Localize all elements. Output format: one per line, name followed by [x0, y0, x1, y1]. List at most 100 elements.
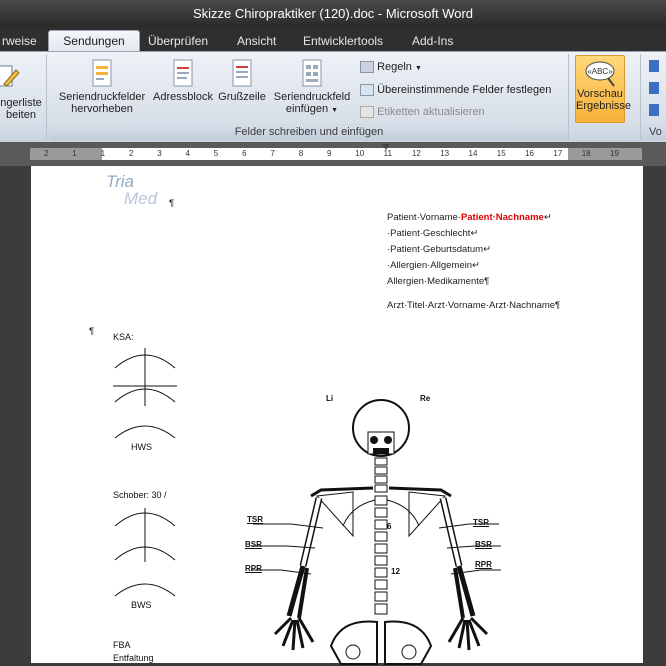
- ruler-tick-label: 13: [440, 149, 450, 158]
- match-fields-button[interactable]: Übereinstimmende Felder festlegen: [360, 83, 551, 97]
- address-line-1-prefix: Patient·Vorname·: [387, 212, 461, 223]
- rules-button[interactable]: Regeln ▼: [360, 60, 422, 76]
- insert-field-icon: [302, 59, 322, 87]
- preview-line1: Vorschau: [577, 88, 623, 100]
- address-line-4: ·Allergien·Allgemein↵: [387, 260, 480, 271]
- highlight-line2: hervorheben: [71, 103, 133, 115]
- ruler-tick-label: 6: [242, 149, 247, 158]
- rpr-right-label: RPR: [475, 560, 492, 569]
- patient-lastname-field: Patient·Nachname: [460, 212, 544, 223]
- insert-merge-field-button[interactable]: Seriendruckfeld einfügen ▼: [268, 58, 356, 117]
- address-block-button[interactable]: Adressblock: [150, 58, 216, 103]
- prev-record-icon[interactable]: [649, 82, 659, 94]
- horizontal-ruler[interactable]: 2 1 1 2 3 4 5 6 7 8 9 10 11 12 13 14 15 16 17 18 19: [0, 142, 666, 166]
- tab-ueberpruefen[interactable]: Überprüfen: [142, 31, 214, 51]
- magnifier-abc-icon: «ABC»: [585, 61, 615, 87]
- logo-med: Med: [124, 189, 158, 208]
- vertebra-6-label: 6: [387, 522, 392, 531]
- ruler-tick-label: 4: [185, 149, 190, 158]
- ruler-left-margin: [30, 148, 102, 160]
- ruler-tick-label: 15: [496, 149, 506, 158]
- skeleton-sketch: [251, 399, 501, 665]
- ruler-tick-label: 16: [525, 149, 534, 158]
- window-title: Skizze Chiropraktiker (120).doc - Micros…: [192, 6, 474, 21]
- hws-sketch: [113, 348, 177, 439]
- insert-field-line1: Seriendruckfeld: [273, 91, 351, 103]
- update-labels-label: Etiketten aktualisieren: [377, 106, 485, 118]
- update-labels-icon: [360, 106, 374, 119]
- ruler-tick-label: 14: [468, 149, 478, 158]
- ruler-tick-label: 3: [157, 149, 162, 158]
- match-fields-label: Übereinstimmende Felder festlegen: [377, 84, 552, 96]
- document-highlight-icon: [92, 59, 112, 87]
- recipient-list-line2: beiten: [6, 109, 36, 121]
- find-recipient-icon[interactable]: [649, 104, 659, 116]
- ruler-tick-label: 7: [270, 149, 275, 158]
- ruler-tick-label: 2: [128, 149, 134, 158]
- ruler-strip: 2 1 1 2 3 4 5 6 7 8 9 10 11 12 13 14 15 16 17 18 19: [30, 144, 642, 160]
- recipient-list-button[interactable]: ngerliste beiten: [0, 64, 44, 121]
- tab-verweise[interactable]: rweise: [0, 31, 43, 51]
- triamed-logo: Tria Med: [106, 172, 157, 209]
- insert-field-line2: einfügen: [285, 103, 329, 115]
- tab-sendungen[interactable]: Sendungen: [48, 30, 140, 51]
- ribbon: ngerliste beiten Seriendruckfelder hervo…: [0, 51, 666, 143]
- highlight-merge-fields-button[interactable]: Seriendruckfelder hervorheben: [54, 58, 150, 115]
- address-block-icon: [173, 59, 193, 87]
- vertebra-12-label: 12: [391, 567, 400, 576]
- ruler-tick-label: 1: [72, 149, 77, 158]
- bsr-left-label: BSR: [245, 540, 262, 549]
- preview-results-button[interactable]: «ABC» Vorschau Ergebnisse: [575, 55, 631, 123]
- highlight-line1: Seriendruckfelder: [58, 91, 146, 103]
- ruler-right-margin: [568, 148, 642, 160]
- ksa-label: KSA:: [113, 332, 134, 342]
- tab-add-ins[interactable]: Add-Ins: [406, 31, 459, 51]
- edit-list-icon: [0, 65, 20, 87]
- address-line-2: ·Patient·Geschlecht↵: [387, 228, 479, 239]
- document-page[interactable]: Tria Med ¶ Patient·Vorname·Patient·Nachn…: [31, 166, 643, 665]
- greeting-line-button[interactable]: Grußzeile: [216, 58, 268, 103]
- svg-text:«ABC»: «ABC»: [587, 67, 613, 76]
- ruler-tick-label: 12: [411, 149, 421, 158]
- address-line-3: ·Patient·Geburtsdatum↵: [387, 244, 492, 255]
- dropdown-arrow-icon: ▼: [331, 107, 339, 114]
- rpr-left-label: RPR: [245, 564, 262, 573]
- address-line-5: Allergien·Medikamente¶: [387, 276, 490, 287]
- ruler-tick-label: 8: [298, 149, 304, 158]
- greeting-line-label: Grußzeile: [218, 91, 266, 103]
- ribbon-right-partial: Vo: [640, 54, 666, 140]
- ribbon-group-fields: Seriendruckfelder hervorheben Adressbloc…: [50, 54, 569, 140]
- preview-line2: Ergebnisse: [576, 100, 632, 112]
- group-label: Felder schreiben und einfügen: [50, 125, 568, 140]
- address-block-label: Adressblock: [153, 91, 213, 103]
- ruler-tick-label: 17: [553, 149, 563, 158]
- window-title-bar: Skizze Chiropraktiker (120).doc - Micros…: [0, 0, 666, 27]
- ruler-tick-label: 11: [383, 149, 392, 158]
- rules-label: Regeln: [377, 61, 412, 73]
- tab-entwicklertools[interactable]: Entwicklertools: [297, 31, 389, 51]
- ribbon-group-partial: ngerliste beiten: [0, 54, 47, 140]
- doctor-line: Arzt·Titel·Arzt·Vorname·Arzt·Nachname¶: [387, 300, 561, 311]
- ruler-tick-label: 5: [213, 149, 219, 158]
- update-labels-button[interactable]: Etiketten aktualisieren: [360, 105, 485, 119]
- right-group-label: Vo: [641, 125, 666, 140]
- ruler-tick-label: 9: [327, 149, 332, 158]
- schober-label: Schober: 30 /: [113, 490, 167, 500]
- logo-pilcrow: ¶: [169, 198, 175, 209]
- bws-sketch: [114, 508, 176, 597]
- ruler-tick-label: 1: [100, 149, 106, 158]
- rules-dropdown-icon: ▼: [414, 65, 422, 72]
- paragraph-mark: ¶: [89, 326, 95, 337]
- ribbon-tabs: rweise Sendungen Überprüfen Ansicht Entw…: [0, 27, 666, 51]
- indent-marker-icon[interactable]: [382, 144, 390, 150]
- rules-icon: [360, 61, 374, 74]
- greeting-line-icon: [232, 59, 252, 87]
- address-line-1: Patient·Vorname·Patient·Nachname↵: [387, 212, 552, 223]
- tsr-right-label: TSR: [473, 518, 489, 527]
- ruler-tick-label: 19: [610, 149, 619, 158]
- entfaltung-label: Entfaltung: [113, 653, 154, 663]
- first-record-icon[interactable]: [649, 60, 659, 72]
- bsr-right-label: BSR: [475, 540, 492, 549]
- tab-ansicht[interactable]: Ansicht: [231, 31, 282, 51]
- ruler-tick-label: 10: [355, 149, 365, 158]
